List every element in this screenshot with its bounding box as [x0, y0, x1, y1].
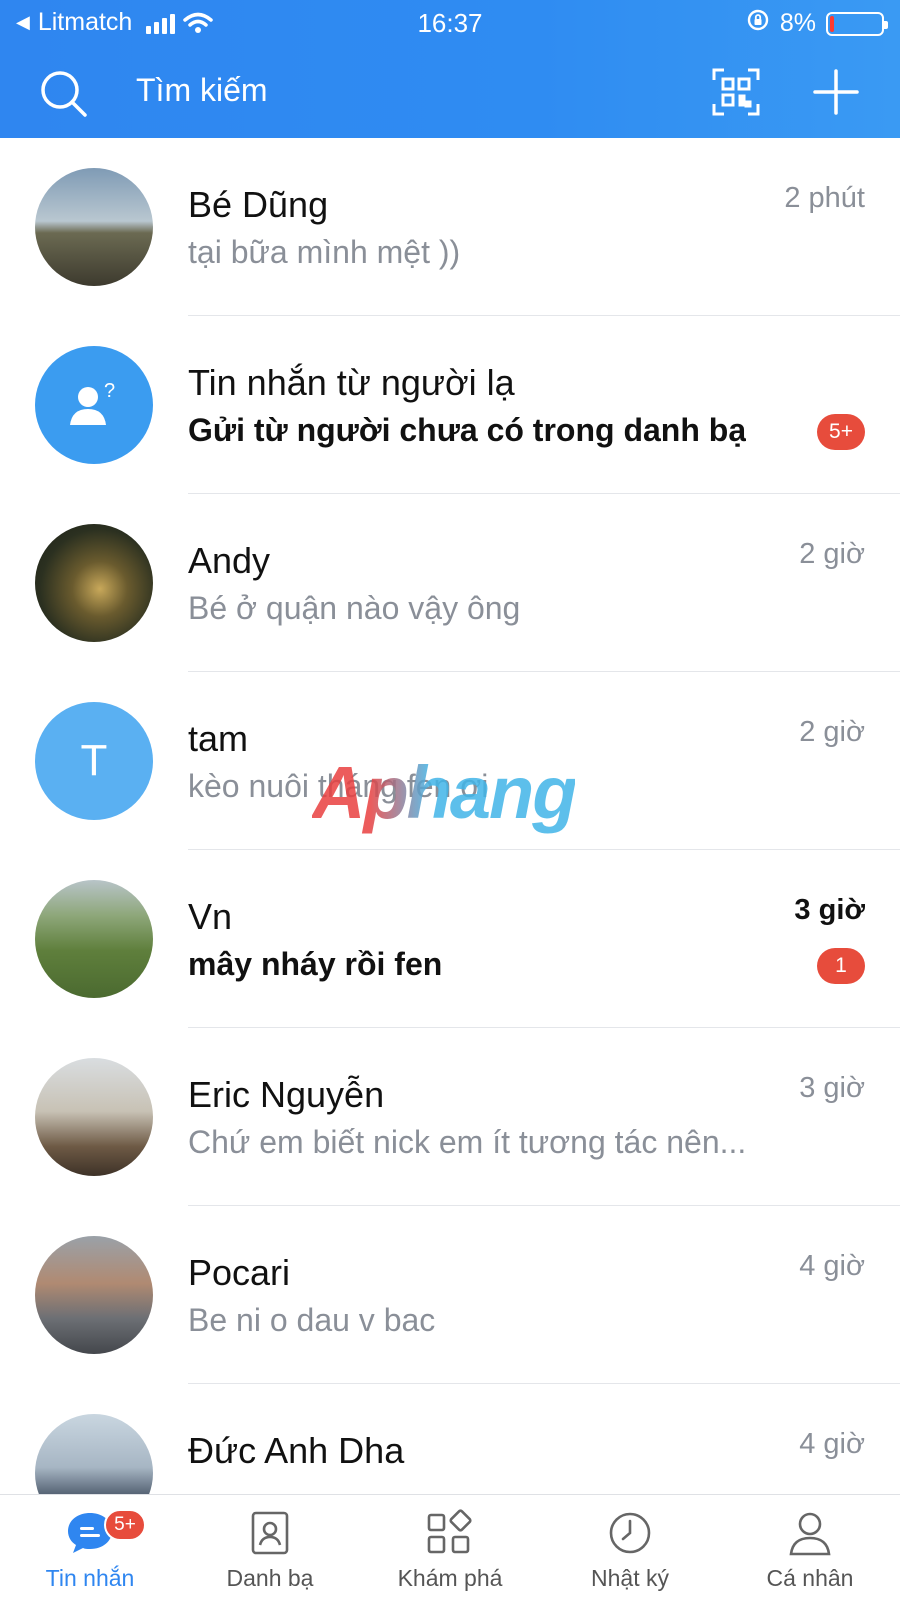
message-preview: tại bữa mình mệt )) [188, 234, 461, 270]
tab-label: Khám phá [397, 1565, 503, 1591]
contact-name: Vn [188, 896, 233, 937]
avatar[interactable] [35, 524, 153, 642]
contact-name: Andy [188, 540, 271, 581]
conversation-row-duc-anh-dha[interactable]: Đức Anh Dha 4 giờ [0, 1384, 900, 1494]
conversation-row-pocari[interactable]: Pocari Be ni o dau v bac 4 giờ [0, 1206, 900, 1384]
avatar[interactable]: T [35, 702, 153, 820]
message-preview: mây nháy rồi fen [188, 946, 443, 982]
message-time: 4 giờ [799, 1250, 865, 1282]
message-time: 2 phút [784, 182, 865, 214]
message-time: 4 giờ [799, 1428, 865, 1460]
message-time: 3 giờ [799, 1072, 865, 1104]
conversation-row-be-dung[interactable]: Bé Dũng tại bữa mình mệt )) 2 phút [0, 138, 900, 316]
search-input[interactable]: Tìm kiếm [136, 72, 268, 109]
message-time: 3 giờ [794, 894, 865, 926]
tab-profile[interactable]: Cá nhân [720, 1495, 900, 1600]
top-header: ◀ Litmatch 16:37 8% Tìm kiếm [0, 0, 900, 138]
clock-icon [606, 1509, 654, 1562]
contact-name: tam [188, 718, 249, 759]
qr-code-icon[interactable] [712, 68, 760, 121]
tab-messages[interactable]: 5+ Tin nhắn [0, 1495, 180, 1600]
bottom-navigation: 5+ Tin nhắn Danh bạ Khám phá Nhật ký Cá … [0, 1494, 900, 1600]
plus-icon[interactable] [812, 68, 860, 121]
tab-label: Nhật ký [591, 1565, 669, 1591]
message-preview: Gửi từ người chưa có trong danh bạ [188, 412, 747, 448]
conversation-row-vn[interactable]: Vn mây nháy rồi fen 3 giờ 1 [0, 850, 900, 1028]
tab-label: Tin nhắn [45, 1565, 135, 1591]
unknown-person-icon: ? [70, 380, 115, 425]
conversation-row-andy[interactable]: Andy Bé ở quận nào vậy ông 2 giờ [0, 494, 900, 672]
conversation-row-strangers[interactable]: ? Tin nhắn từ người lạ Gửi từ người chưa… [0, 316, 900, 494]
tab-label: Danh bạ [226, 1565, 314, 1591]
contact-name: Bé Dũng [188, 184, 329, 225]
contact-name: Tin nhắn từ người lạ [188, 362, 515, 403]
tab-timeline[interactable]: Nhật ký [540, 1495, 720, 1600]
contact-name: Đức Anh Dha [188, 1430, 405, 1471]
search-icon[interactable] [38, 68, 90, 125]
tab-contacts[interactable]: Danh bạ [180, 1495, 360, 1600]
rotation-lock-icon [746, 8, 770, 39]
svg-text:?: ? [104, 380, 115, 402]
avatar[interactable] [35, 1236, 153, 1354]
unread-badge: 5+ [817, 414, 865, 450]
person-icon [786, 1509, 834, 1562]
search-bar[interactable]: Tìm kiếm [0, 60, 900, 130]
contact-name: Eric Nguyễn [188, 1074, 385, 1115]
tab-badge: 5+ [104, 1509, 146, 1541]
avatar[interactable] [35, 880, 153, 998]
unread-badge: 1 [817, 948, 865, 984]
avatar[interactable] [35, 1414, 153, 1494]
message-preview: Chứ em biết nick em ít tương tác nên... [188, 1124, 747, 1160]
conversation-row-eric-nguyen[interactable]: Eric Nguyễn Chứ em biết nick em ít tương… [0, 1028, 900, 1206]
tab-discover[interactable]: Khám phá [360, 1495, 540, 1600]
message-time: 2 giờ [799, 538, 865, 570]
avatar[interactable] [35, 1058, 153, 1176]
avatar[interactable]: ? [35, 346, 153, 464]
tab-label: Cá nhân [766, 1565, 854, 1591]
avatar[interactable] [35, 168, 153, 286]
battery-icon [826, 11, 888, 36]
avatar-letter: T [80, 736, 108, 785]
contact-name: Pocari [188, 1252, 291, 1293]
message-time: 2 giờ [799, 716, 865, 748]
contacts-book-icon [248, 1509, 292, 1562]
status-bar: ◀ Litmatch 16:37 8% [0, 0, 900, 46]
battery-percent: 8% [779, 9, 816, 37]
message-preview: Be ni o dau v bac [188, 1302, 436, 1338]
message-preview: Bé ở quận nào vậy ông [188, 590, 521, 626]
watermark-logo: Aphang [312, 751, 577, 834]
discover-grid-icon [425, 1509, 475, 1562]
status-right: 8% [746, 8, 888, 39]
